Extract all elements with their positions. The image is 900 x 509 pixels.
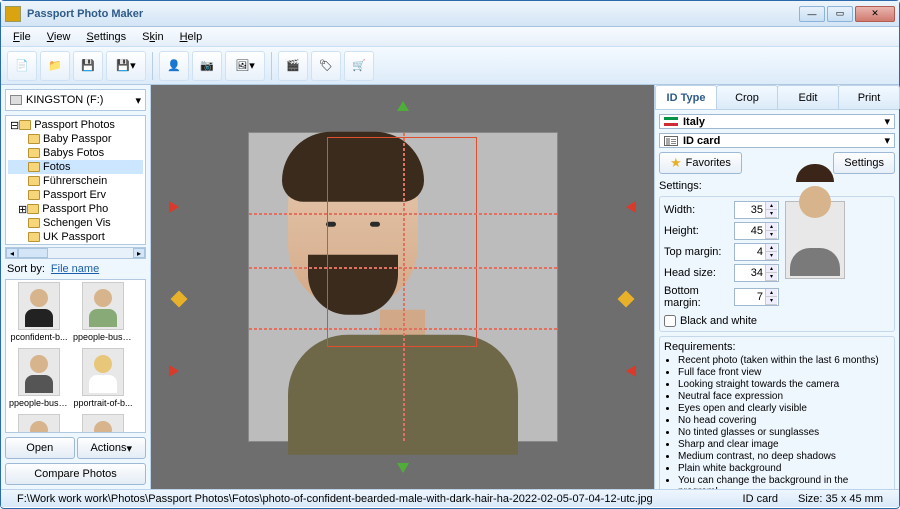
status-size: Size: 35 x 45 mm xyxy=(788,493,893,505)
drive-icon xyxy=(10,95,22,105)
tag-button[interactable]: 🏷 xyxy=(311,51,341,81)
thumb-item[interactable]: pportrait-of-b... xyxy=(72,348,134,412)
thumb-item[interactable]: ppeople-busin... xyxy=(72,282,134,346)
compare-button[interactable]: Compare Photos xyxy=(5,463,146,485)
chevron-down-icon: ▾ xyxy=(135,94,141,107)
new-button[interactable]: 📄 xyxy=(7,51,37,81)
sort-row: Sort by:File name xyxy=(3,261,148,277)
minimize-button[interactable]: — xyxy=(799,6,825,22)
close-button[interactable]: ✕ xyxy=(855,6,895,22)
marker-left-mid[interactable] xyxy=(171,291,188,308)
user-button[interactable]: 👤 xyxy=(159,51,189,81)
video-button[interactable]: 🎬 xyxy=(278,51,308,81)
menu-skin[interactable]: Skin xyxy=(136,29,169,45)
width-input[interactable]: ▴▾ xyxy=(734,201,779,219)
menu-bar: File View Settings Skin Help xyxy=(1,27,899,47)
tab-print[interactable]: Print xyxy=(838,85,900,109)
settings-label: Settings: xyxy=(659,180,895,192)
tab-bar: ID Type Crop Edit Print xyxy=(655,85,899,110)
menu-help[interactable]: Help xyxy=(174,29,209,45)
thumbnail-grid: pconfident-b... ppeople-busin... ppeople… xyxy=(5,279,146,433)
left-panel: KINGSTON (F:) ▾ ⊟Passport Photos Baby Pa… xyxy=(1,85,151,489)
country-select[interactable]: Italy▾ xyxy=(659,114,895,129)
title-bar: Passport Photo Maker — ▭ ✕ xyxy=(1,1,899,27)
chevron-down-icon: ▾ xyxy=(884,134,890,147)
toolbar: 📄 📁 💾 💾▾ 👤 📷 🖼▾ 🎬 🏷 🛒 xyxy=(1,47,899,85)
canvas[interactable] xyxy=(151,85,654,489)
maximize-button[interactable]: ▭ xyxy=(827,6,853,22)
thumb-item[interactable]: pportrait-of-n... xyxy=(72,414,134,433)
star-icon: ★ xyxy=(670,155,682,171)
chevron-down-icon: ▾ xyxy=(884,115,890,128)
marker-left-bot[interactable] xyxy=(169,365,179,377)
folder-tree[interactable]: ⊟Passport Photos Baby Passpor Babys Foto… xyxy=(5,115,146,245)
save-as-button[interactable]: 💾▾ xyxy=(106,51,146,81)
status-bar: F:\Work work work\Photos\Passport Photos… xyxy=(1,489,899,507)
thumb-item[interactable]: pconfident-b... xyxy=(8,282,70,346)
marker-top[interactable] xyxy=(397,101,409,111)
bottom-margin-input[interactable]: ▴▾ xyxy=(734,288,779,306)
app-icon xyxy=(5,6,21,22)
drive-selector[interactable]: KINGSTON (F:) ▾ xyxy=(5,89,146,111)
tab-idtype[interactable]: ID Type xyxy=(655,85,717,109)
app-title: Passport Photo Maker xyxy=(27,8,799,20)
top-margin-input[interactable]: ▴▾ xyxy=(734,243,779,261)
status-path: F:\Work work work\Photos\Passport Photos… xyxy=(7,493,663,505)
tab-crop[interactable]: Crop xyxy=(716,85,778,109)
cart-button[interactable]: 🛒 xyxy=(344,51,374,81)
photo-area[interactable] xyxy=(248,132,558,442)
bw-checkbox[interactable] xyxy=(664,315,676,327)
idcard-icon xyxy=(664,136,678,146)
sample-photo xyxy=(785,201,845,279)
requirements-box: Requirements: Recent photo (taken within… xyxy=(659,336,895,489)
menu-settings[interactable]: Settings xyxy=(80,29,132,45)
drive-label: KINGSTON (F:) xyxy=(26,94,103,106)
tree-item-selected: Fotos xyxy=(8,160,143,174)
settings-button[interactable]: Settings xyxy=(833,152,895,174)
status-doc: ID card xyxy=(733,493,788,505)
camera-button[interactable]: 📷 xyxy=(192,51,222,81)
marker-right-top[interactable] xyxy=(626,201,636,213)
head-size-input[interactable]: ▴▾ xyxy=(734,264,779,282)
marker-right-mid[interactable] xyxy=(618,291,635,308)
open-button[interactable]: 📁 xyxy=(40,51,70,81)
marker-bottom[interactable] xyxy=(397,463,409,473)
menu-file[interactable]: File xyxy=(7,29,37,45)
menu-view[interactable]: View xyxy=(41,29,77,45)
tree-hscroll[interactable]: ◂▸ xyxy=(5,247,146,259)
settings-box: Width:▴▾ Height:▴▾ Top margin:▴▾ Head si… xyxy=(659,196,895,332)
actions-button[interactable]: Actions ▾ xyxy=(77,437,147,459)
right-panel: ID Type Crop Edit Print Italy▾ ID card▾ … xyxy=(654,85,899,489)
thumb-item[interactable]: ppeople-busin... xyxy=(8,348,70,412)
tab-edit[interactable]: Edit xyxy=(777,85,839,109)
guide-center xyxy=(403,133,405,441)
marker-left-top[interactable] xyxy=(169,201,179,213)
thumb-item[interactable]: pportrait-of-p... xyxy=(8,414,70,433)
marker-right-bot[interactable] xyxy=(626,365,636,377)
sort-link[interactable]: File name xyxy=(51,263,99,275)
save-button[interactable]: 💾 xyxy=(73,51,103,81)
height-input[interactable]: ▴▾ xyxy=(734,222,779,240)
favorites-button[interactable]: ★Favorites xyxy=(659,152,742,174)
doctype-select[interactable]: ID card▾ xyxy=(659,133,895,148)
image-dropdown[interactable]: 🖼▾ xyxy=(225,51,265,81)
open-photo-button[interactable]: Open xyxy=(5,437,75,459)
flag-icon xyxy=(664,117,678,127)
